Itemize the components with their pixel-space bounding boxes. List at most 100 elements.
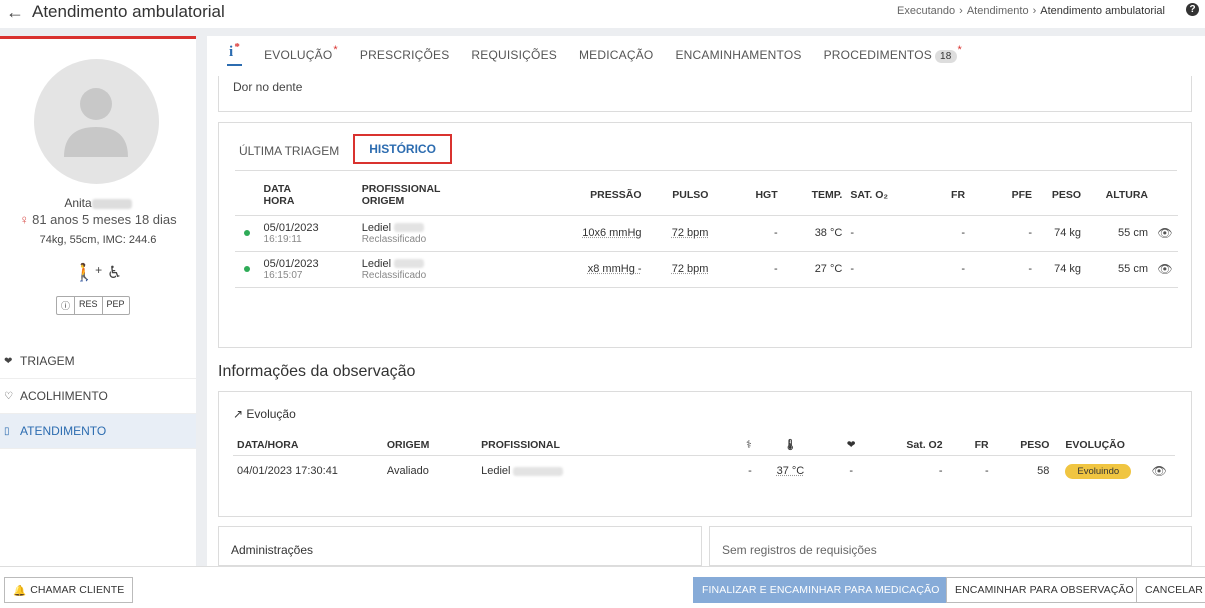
call-client-button[interactable]: 🔔 CHAMAR CLIENTE: [4, 577, 134, 603]
date: 05/01/2023: [263, 221, 319, 234]
pfe-cell: -: [969, 251, 1036, 288]
tab-label: i: [229, 44, 234, 60]
professional-cell: Lediel Reclassificado: [357, 251, 501, 288]
status-dot: [244, 230, 251, 236]
tab-info[interactable]: i*: [227, 41, 243, 66]
divider: [235, 170, 1177, 171]
pressao-cell: 10x6 mmHg: [500, 215, 646, 252]
datahora-cell: 04/01/2023 17:30:41: [237, 465, 338, 478]
status-cell: [235, 251, 260, 288]
status-dot: [244, 266, 251, 272]
patient-name: Anita: [64, 196, 92, 210]
top-bar: ← Atendimento ambulatorial Executando › A…: [0, 0, 1205, 24]
patient-action-buttons: ⓘ RES PEP: [56, 296, 130, 315]
pep-button[interactable]: PEP: [103, 297, 129, 314]
column-header-altura: ALTURA: [1085, 175, 1152, 216]
professional: Lediel: [361, 257, 392, 270]
forward-observation-button[interactable]: ENCAMINHAR PARA OBSERVAÇÃO: [946, 577, 1143, 603]
help-icon[interactable]: ?: [1186, 3, 1199, 16]
actions-cell: 👁: [1144, 455, 1175, 487]
breadcrumb: Executando › Atendimento › Atendimento amb…: [897, 5, 1165, 17]
bell-icon: 🔔: [13, 584, 27, 597]
breadcrumb-current: Atendimento ambulatorial: [1040, 5, 1165, 17]
column-header-temp: 🌡: [755, 435, 825, 456]
sidebar-item-atendimento[interactable]: ▯ ATENDIMENTO: [0, 414, 196, 449]
hr-cell: -: [849, 465, 854, 478]
tab-encaminhamentos[interactable]: ENCAMINHAMENTOS: [675, 48, 801, 62]
column-header-pressao: PRESSÃO: [500, 175, 646, 216]
column-header-pa: ⚕: [718, 435, 756, 456]
sat-cell: -: [938, 465, 943, 478]
tab-procedimentos[interactable]: PROCEDIMENTOS 18*: [824, 44, 962, 63]
eye-icon[interactable]: 👁: [1157, 226, 1172, 240]
sidebar-item-label: ACOLHIMENTO: [20, 389, 108, 403]
elderly-priority-icon: 🚶: [73, 263, 96, 282]
column-header-peso: PESO: [992, 435, 1054, 456]
sat-cell: -: [846, 251, 914, 288]
origem-cell: Avaliado: [386, 465, 429, 478]
main-tabs: i* EVOLUÇÃO* PRESCRIÇÕES REQUISIÇÕES MED…: [207, 36, 1205, 74]
patient-vitals: 74kg, 55cm, IMC: 244.6: [39, 234, 157, 246]
res-button[interactable]: RES: [75, 297, 103, 314]
eye-icon[interactable]: 👁: [1152, 464, 1167, 478]
tab-ultima-triagem[interactable]: ÚLTIMA TRIAGEM: [235, 136, 343, 166]
table-row: 05/01/2023 16:15:07 Lediel Reclassificado …: [235, 251, 1178, 288]
patient-age: 81 anos 5 meses 18 dias: [32, 212, 177, 227]
finish-and-forward-button[interactable]: FINALIZAR E ENCAMINHAR PARA MEDICAÇÃO: [693, 577, 949, 603]
clipboard-icon: ▯: [4, 425, 10, 437]
tab-prescricoes[interactable]: PRESCRIÇÕES: [360, 48, 450, 62]
wheelchair-icon: ♿: [106, 263, 123, 282]
column-header-peso: PESO: [1035, 175, 1086, 216]
breadcrumb-separator: ›: [959, 5, 963, 17]
hgt-cell: -: [712, 251, 782, 288]
info-button[interactable]: ⓘ: [57, 297, 76, 314]
header-line: ORIGEM: [361, 194, 405, 207]
table-header-row: DATA HORA PROFISSIONAL ORIGEM PRESSÃO PULS…: [235, 175, 1178, 216]
patient-sidebar: Anita ♀ 81 anos 5 meses 18 dias 74kg, 55c…: [0, 36, 196, 566]
empty-message: Sem registros de requisições: [722, 543, 877, 557]
status-badge: Evoluindo: [1065, 464, 1132, 480]
column-header-origem: ORIGEM: [382, 435, 478, 456]
breadcrumb-item[interactable]: Executando: [897, 5, 955, 17]
observation-table: DATA/HORA ORIGEM PROFISSIONAL ⚕ 🌡 ❤ Sat.…: [233, 435, 1175, 487]
sidebar-item-label: TRIAGEM: [20, 354, 75, 368]
sat-cell: -: [846, 215, 914, 252]
card-title: Administrações: [231, 543, 314, 557]
breadcrumb-item[interactable]: Atendimento: [967, 5, 1029, 17]
thermometer-icon: 🌡: [783, 439, 798, 452]
sidebar-nav: ❤ TRIAGEM ♡ ACOLHIMENTO ▯ ATENDIMENTO: [0, 344, 196, 449]
professional: Lediel: [361, 221, 392, 234]
column-header-pulso: PULSO: [645, 175, 713, 216]
tab-evolucao[interactable]: EVOLUÇÃO*: [264, 44, 338, 62]
temp-cell: 38 °C: [781, 215, 847, 252]
triage-subtabs: ÚLTIMA TRIAGEM HISTÓRICO: [235, 134, 462, 166]
avatar: [34, 59, 159, 184]
actions-header: [1152, 175, 1178, 216]
back-arrow-icon[interactable]: ←: [6, 2, 24, 23]
user-placeholder-icon: [64, 88, 128, 157]
main-panel: i* EVOLUÇÃO* PRESCRIÇÕES REQUISIÇÕES MED…: [207, 36, 1205, 566]
professional: Lediel: [481, 465, 511, 478]
sidebar-item-triagem[interactable]: ❤ TRIAGEM: [0, 344, 196, 379]
professional-cell: Lediel Reclassificado: [357, 215, 501, 252]
altura-cell: 55 cm: [1085, 251, 1152, 288]
header-line: PROFISSIONAL: [361, 182, 441, 195]
trend-icon: ↗: [233, 407, 244, 421]
observation-subtitle: ↗ Evolução: [233, 407, 296, 421]
patient-name-row: Anita: [0, 196, 196, 210]
header-line: DATA: [263, 182, 292, 195]
column-header-datahora: DATA/HORA: [233, 435, 383, 456]
required-marker: *: [234, 41, 241, 53]
sidebar-item-acolhimento[interactable]: ♡ ACOLHIMENTO: [0, 379, 196, 414]
requisitions-card: Sem registros de requisições: [709, 526, 1192, 566]
tab-historico[interactable]: HISTÓRICO: [353, 134, 452, 164]
cancel-button[interactable]: CANCELAR: [1136, 577, 1205, 603]
eye-icon[interactable]: 👁: [1157, 262, 1172, 276]
breadcrumb-separator: ›: [1032, 5, 1037, 17]
status-cell: [235, 215, 260, 252]
tab-medicacao[interactable]: MEDICAÇÃO: [579, 48, 653, 62]
count-badge: 18: [935, 49, 957, 63]
redacted-text: [91, 198, 132, 209]
tab-requisicoes[interactable]: REQUISIÇÕES: [471, 48, 557, 62]
altura-cell: 55 cm: [1085, 215, 1152, 252]
